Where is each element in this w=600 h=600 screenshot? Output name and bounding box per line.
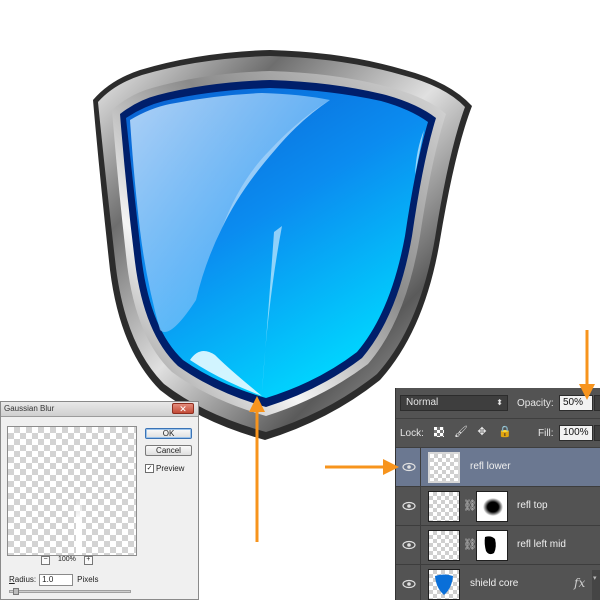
preview-checkbox[interactable]: ✓ [145,464,154,474]
blur-preview-pane[interactable] [7,426,137,556]
shield-thumb-icon [435,574,453,595]
layers-options-row: Normal ⬍ Opacity: 50% [396,388,600,419]
mask-link-chain-icon[interactable]: ⛓ [463,538,477,551]
lock-transparent-icon[interactable] [434,427,444,437]
fill-input[interactable]: 100% [559,425,593,441]
radius-unit: Pixels [77,575,99,585]
preview-label: Preview [156,464,185,473]
layer-thumbnail[interactable] [428,452,460,483]
opacity-input[interactable]: 50% [559,395,593,411]
layer-name[interactable]: refl left mid [517,539,566,550]
layer-effects-fx-icon[interactable]: fx [574,576,585,590]
scroll-down-icon[interactable]: ▾ [593,574,597,582]
layer-name[interactable]: refl top [517,500,548,511]
layer-row-shield-core[interactable]: shield core fx [396,565,600,600]
layer-name[interactable]: shield core [470,578,518,589]
layer-name[interactable]: refl lower [470,461,511,472]
ok-button[interactable]: OK [145,428,192,439]
eye-icon[interactable] [402,460,416,474]
eye-icon[interactable] [402,577,416,591]
preview-checkbox-row[interactable]: ✓ Preview [145,464,185,474]
lock-label: Lock: [400,428,424,439]
mask-shape-icon [484,536,496,555]
lock-all-icon[interactable]: 🔒 [498,426,512,438]
close-icon[interactable]: ✕ [172,403,194,414]
layer-thumbnail[interactable] [428,569,460,600]
preview-streak [76,497,82,555]
blend-mode-select[interactable]: Normal ⬍ [400,395,508,411]
updown-arrows-icon: ⬍ [496,398,503,407]
layer-mask-thumbnail[interactable] [476,491,508,522]
zoom-out-button[interactable]: − [41,556,50,565]
layer-row-refl-left-mid[interactable]: ⛓ refl left mid [396,526,600,565]
dialog-title: Gaussian Blur [4,404,55,413]
radius-input[interactable]: 1.0 [39,574,74,586]
layers-panel: Normal ⬍ Opacity: 50% Lock: 🖌 ✥ 🔒 Fill: … [395,388,600,600]
radius-row: Radius: 1.0 Pixels [9,574,98,586]
eye-icon[interactable] [402,538,416,552]
zoom-level: 100% [57,556,76,563]
layers-scrollbar[interactable]: ▾ [592,570,600,600]
lock-image-brush-icon[interactable]: 🖌 [454,426,468,438]
blend-mode-value: Normal [406,397,439,408]
gaussian-blur-dialog: Gaussian Blur ✕ OK Cancel ✓ Preview − 100… [0,401,199,600]
fill-dropdown-button[interactable] [594,425,600,441]
layer-thumbnail[interactable] [428,530,460,561]
mask-link-chain-icon[interactable]: ⛓ [463,499,477,512]
radius-slider[interactable] [9,588,131,595]
lock-position-move-icon[interactable]: ✥ [476,426,488,438]
fill-label: Fill: [538,428,554,439]
lock-row: Lock: 🖌 ✥ 🔒 Fill: 100% [396,419,600,448]
dialog-titlebar[interactable]: Gaussian Blur ✕ [1,402,198,417]
layer-row-refl-lower[interactable]: refl lower [396,448,600,487]
zoom-controls: − 100% + [41,556,103,565]
zoom-in-button[interactable]: + [83,556,93,565]
mask-blob-icon [483,498,503,516]
opacity-label: Opacity: [517,398,554,409]
layer-mask-thumbnail[interactable] [476,530,508,561]
cancel-button[interactable]: Cancel [145,445,192,456]
eye-icon[interactable] [402,499,416,513]
layer-row-refl-top[interactable]: ⛓ refl top [396,487,600,526]
opacity-dropdown-button[interactable] [594,395,600,411]
radius-label: adius: [14,575,37,585]
layer-thumbnail[interactable] [428,491,460,522]
radius-slider-thumb[interactable] [13,588,19,595]
